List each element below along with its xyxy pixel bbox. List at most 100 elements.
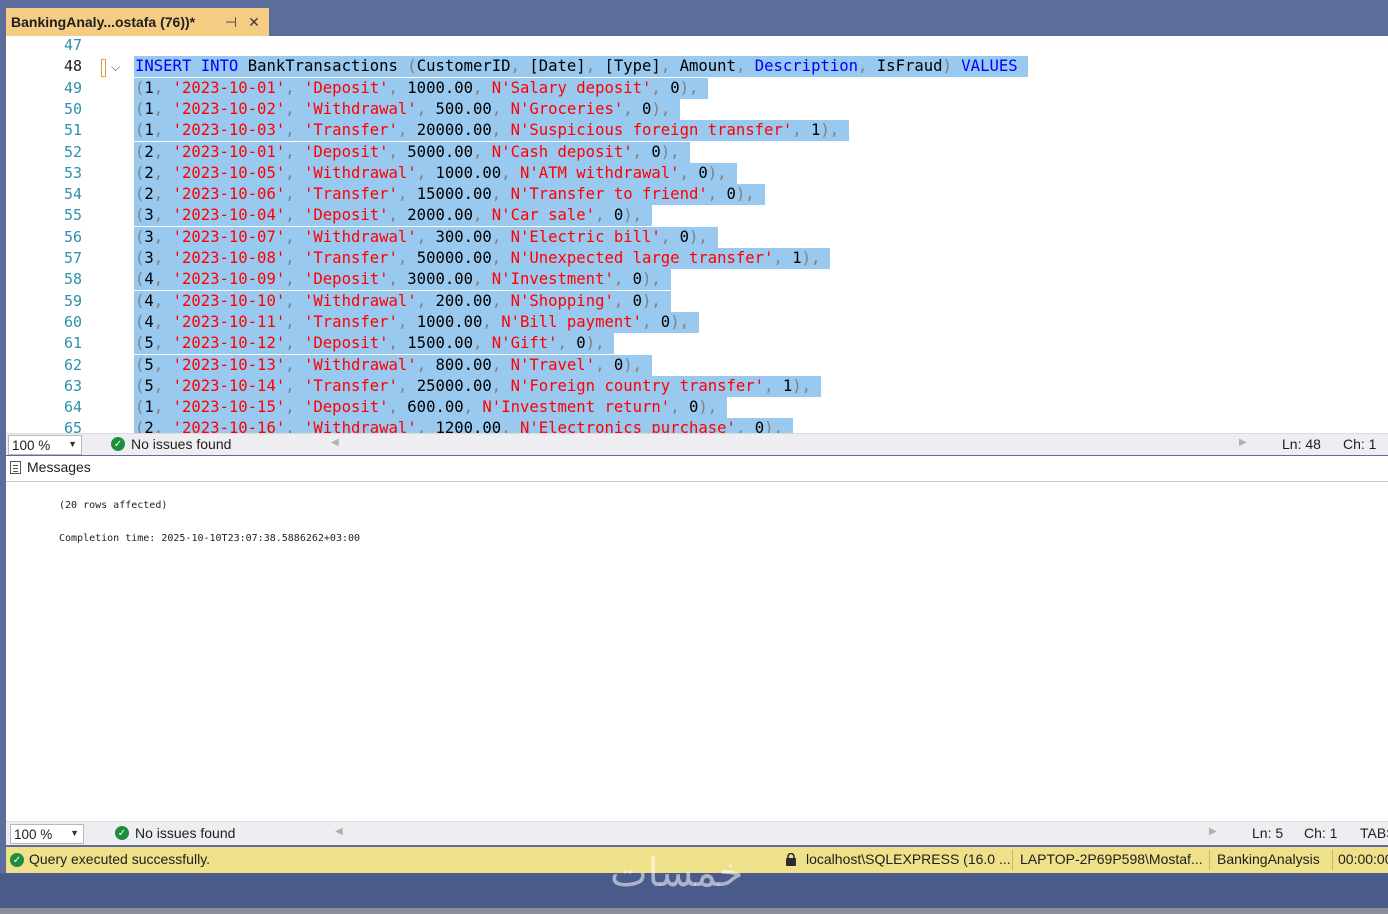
code-line[interactable]: 61 (5, '2023-10-12', 'Deposit', 1500.00, … [6, 333, 1388, 355]
code-line[interactable]: 54 (2, '2023-10-06', 'Transfer', 15000.00… [6, 184, 1388, 206]
results-issues[interactable]: ✓ No issues found [115, 825, 235, 841]
status-separator [1332, 850, 1333, 870]
code-line[interactable]: 59 (4, '2023-10-10', 'Withdrawal', 200.00… [6, 290, 1388, 312]
scroll-left-icon[interactable]: ◀ [335, 826, 343, 837]
scroll-right-icon[interactable]: ▶ [1209, 826, 1217, 837]
code-token: , [735, 419, 746, 433]
check-circle-icon: ✓ [115, 826, 129, 840]
line-number: 47 [63, 36, 82, 54]
line-number: 48 [63, 57, 82, 76]
code-token: N'Groceries' [510, 99, 624, 118]
line-number: 58 [63, 270, 82, 289]
code-token: N'Unexpected large transfer' [510, 249, 774, 267]
document-tab[interactable]: BankingAnaly...ostafa (76))* ⊣ ✕ [6, 8, 269, 36]
code-line[interactable]: 55 (3, '2023-10-04', 'Deposit', 2000.00, … [6, 205, 1388, 227]
code-token: , [735, 57, 746, 76]
code-line[interactable]: 49 (1, '2023-10-01', 'Deposit', 1000.00, … [6, 77, 1388, 99]
code-token: N'Electric bill' [510, 227, 661, 246]
results-status-bar: 100 % ▼ ✓ No issues found ◀ ▶ Ln: 5 Ch: … [6, 821, 1388, 845]
close-tab-icon[interactable]: ✕ [244, 12, 264, 32]
code-token: ), [585, 334, 605, 353]
code-line[interactable]: 63 (5, '2023-10-14', 'Transfer', 25000.00… [6, 375, 1388, 397]
code-token: , [473, 78, 483, 97]
code-line[interactable]: 57 (3, '2023-10-08', 'Transfer', 50000.00… [6, 248, 1388, 269]
code-token: 1 [792, 249, 802, 267]
code-token: 20000.00 [416, 121, 492, 140]
code-token: 4 [144, 312, 154, 331]
editor-issues[interactable]: ✓ No issues found [111, 436, 231, 452]
code-token: 3 [144, 206, 154, 225]
code-token: ), [792, 376, 812, 395]
code-line[interactable]: 47 [6, 36, 1388, 56]
code-token: N'Suspicious foreign transfer' [510, 121, 793, 140]
code-token: , [613, 270, 624, 289]
code-token: , [792, 121, 802, 140]
code-line[interactable]: 51 (1, '2023-10-03', 'Transfer', 20000.00… [6, 120, 1388, 142]
results-zoom-dropdown[interactable]: 100 % ▼ [10, 824, 84, 844]
code-token: N'Electronics purchase' [519, 419, 736, 433]
code-line[interactable]: 65 (2, '2023-10-16', 'Withdrawal', 1200.0… [6, 418, 1388, 433]
messages-tab[interactable]: Messages [10, 459, 91, 475]
code-token: 1 [811, 121, 821, 140]
code-token: , [491, 227, 502, 246]
editor-zoom-dropdown[interactable]: 100 % ▼ [8, 435, 82, 455]
code-token: , [285, 121, 295, 140]
code-token: , [397, 312, 408, 331]
code-text: (1, '2023-10-15', 'Deposit', 600.00, N'I… [134, 397, 728, 419]
code-token: ( [135, 142, 145, 161]
scroll-left-icon[interactable]: ◀ [331, 437, 339, 448]
code-token: '2023-10-07' [172, 227, 286, 246]
code-line[interactable]: 64 (1, '2023-10-15', 'Deposit', 600.00, N… [6, 397, 1388, 419]
code-line[interactable]: 58 (4, '2023-10-09', 'Deposit', 3000.00, … [6, 269, 1388, 291]
code-line[interactable]: 50 (1, '2023-10-02', 'Withdrawal', 500.00… [6, 98, 1388, 120]
code-token: N'Investment' [491, 270, 614, 289]
completion-time-message: Completion time: 2025-10-10T23:07:38.588… [59, 533, 361, 544]
code-token: 1000.00 [407, 78, 474, 97]
code-token: , [285, 355, 295, 374]
pin-tab-icon[interactable]: ⊣ [221, 12, 241, 32]
code-line[interactable]: 53 (2, '2023-10-05', 'Withdrawal', 1000.0… [6, 162, 1388, 184]
code-line[interactable]: 52 (2, '2023-10-01', 'Deposit', 5000.00, … [6, 141, 1388, 163]
code-token: , [613, 291, 624, 310]
code-line[interactable]: 60 (4, '2023-10-11', 'Transfer', 1000.00,… [6, 311, 1388, 333]
code-token: ), [707, 163, 727, 182]
scroll-right-icon[interactable]: ▶ [1239, 437, 1247, 448]
results-tab-strip: Messages [6, 456, 1388, 482]
code-token: ), [735, 185, 755, 204]
code-token: , [773, 249, 783, 267]
code-line[interactable]: 62 (5, '2023-10-13', 'Withdrawal', 800.00… [6, 354, 1388, 376]
code-token: ( [135, 78, 145, 97]
code-line[interactable]: 56 (3, '2023-10-07', 'Withdrawal', 300.00… [6, 226, 1388, 248]
code-token: , [285, 334, 295, 353]
code-text: (2, '2023-10-16', 'Withdrawal', 1200.00,… [134, 418, 793, 433]
line-number: 60 [63, 312, 82, 331]
code-token: ), [670, 312, 689, 331]
code-line[interactable]: 48 INSERT INTO BankTransactions (Customer… [6, 56, 1388, 78]
lock-icon [786, 853, 796, 866]
line-number: 61 [63, 334, 82, 353]
code-token: 4 [144, 291, 154, 310]
messages-panel[interactable]: (20 rows affected) Completion time: 2025… [6, 482, 1388, 821]
query-editor[interactable]: ⌵ 47 48 INSERT INTO BankTransactions (Cust… [6, 36, 1388, 433]
code-token: , [285, 291, 295, 310]
